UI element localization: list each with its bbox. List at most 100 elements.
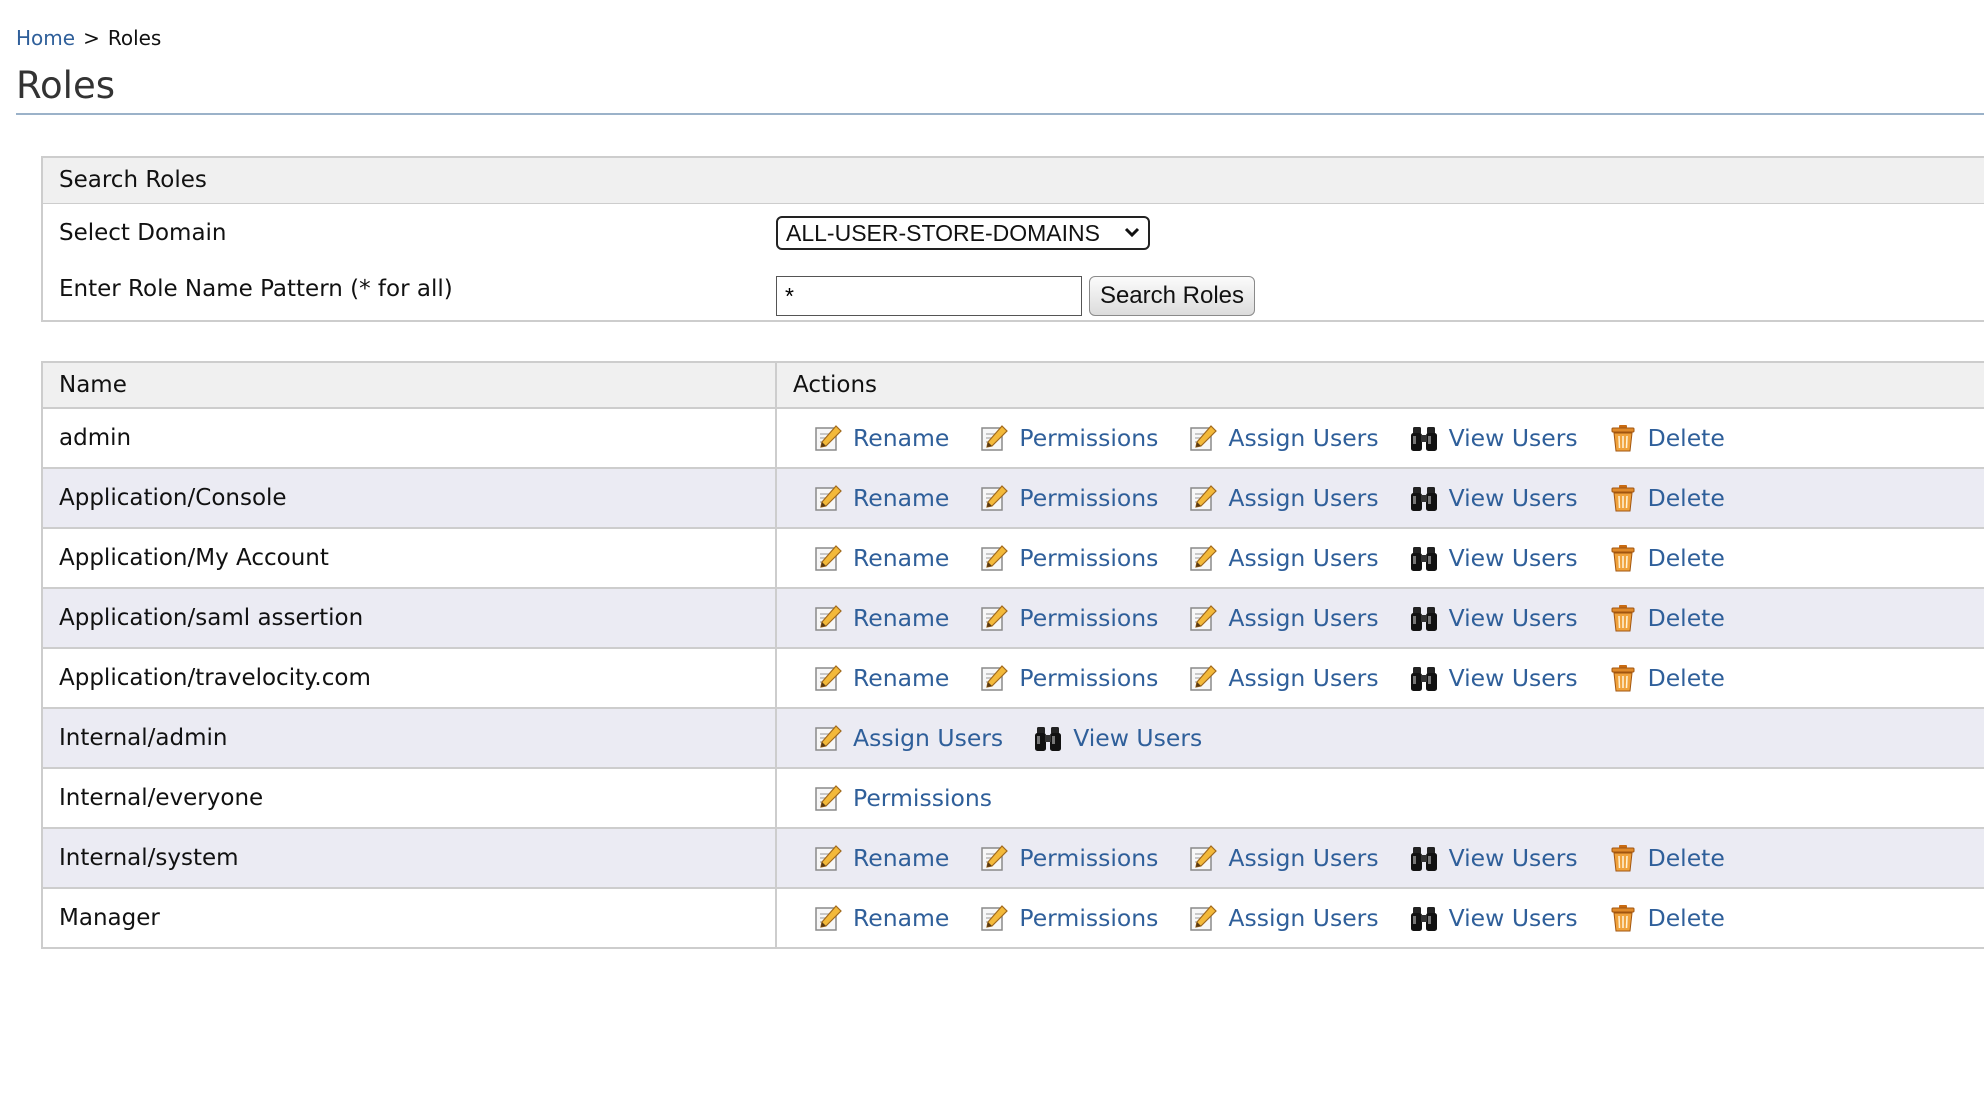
- action-label: Delete: [1647, 604, 1725, 632]
- assign-role-link[interactable]: Assign Users: [1188, 543, 1379, 573]
- edit-pencil-icon: [1188, 423, 1218, 453]
- action-label: View Users: [1448, 844, 1578, 872]
- edit-pencil-icon: [979, 663, 1009, 693]
- role-actions-cell: Rename Permissions Assign Users View Users D…: [775, 887, 1984, 949]
- actions-group: Permissions: [793, 783, 1984, 813]
- assign-role-link[interactable]: Assign Users: [813, 723, 1003, 753]
- action-label: Rename: [853, 844, 950, 872]
- domain-label: Select Domain: [59, 220, 227, 246]
- rename-role-link[interactable]: Rename: [813, 843, 949, 873]
- pattern-label: Enter Role Name Pattern (* for all): [59, 276, 453, 302]
- view-role-link[interactable]: View Users: [1409, 423, 1578, 453]
- delete-role-link[interactable]: Delete: [1608, 603, 1725, 633]
- view-role-link[interactable]: View Users: [1409, 603, 1578, 633]
- roles-table-body: admin Rename Permissions Assign Users View U…: [41, 407, 1984, 949]
- action-label: Permissions: [1019, 844, 1159, 872]
- breadcrumb-current: Roles: [107, 26, 162, 50]
- action-label: Delete: [1647, 904, 1725, 932]
- role-pattern-input[interactable]: [776, 276, 1082, 316]
- view-role-link[interactable]: View Users: [1033, 723, 1202, 753]
- binoculars-icon: [1409, 663, 1439, 693]
- view-role-link[interactable]: View Users: [1409, 663, 1578, 693]
- assign-role-link[interactable]: Assign Users: [1188, 423, 1379, 453]
- edit-pencil-icon: [813, 843, 843, 873]
- action-label: Assign Users: [1228, 844, 1379, 872]
- permissions-role-link[interactable]: Permissions: [979, 423, 1158, 453]
- action-label: View Users: [1448, 544, 1578, 572]
- assign-role-link[interactable]: Assign Users: [1188, 483, 1379, 513]
- assign-role-link[interactable]: Assign Users: [1188, 903, 1379, 933]
- rename-role-link[interactable]: Rename: [813, 423, 949, 453]
- view-role-link[interactable]: View Users: [1409, 483, 1578, 513]
- actions-group: Rename Permissions Assign Users View Users D…: [793, 903, 1984, 933]
- permissions-role-link[interactable]: Permissions: [979, 843, 1158, 873]
- edit-pencil-icon: [813, 723, 843, 753]
- action-label: Permissions: [1019, 424, 1159, 452]
- action-label: Permissions: [1019, 664, 1159, 692]
- action-label: View Users: [1448, 904, 1578, 932]
- permissions-role-link[interactable]: Permissions: [979, 663, 1158, 693]
- view-role-link[interactable]: View Users: [1409, 843, 1578, 873]
- role-name-cell: Application/Console: [41, 467, 777, 529]
- role-name-cell: admin: [41, 407, 777, 469]
- delete-role-link[interactable]: Delete: [1608, 903, 1725, 933]
- view-role-link[interactable]: View Users: [1409, 903, 1578, 933]
- trash-bin-icon: [1608, 663, 1638, 693]
- breadcrumb-home-link[interactable]: Home: [16, 26, 75, 50]
- rename-role-link[interactable]: Rename: [813, 663, 949, 693]
- binoculars-icon: [1409, 483, 1439, 513]
- edit-pencil-icon: [813, 903, 843, 933]
- delete-role-link[interactable]: Delete: [1608, 843, 1725, 873]
- domain-select[interactable]: ALL-USER-STORE-DOMAINS: [776, 216, 1150, 250]
- view-role-link[interactable]: View Users: [1409, 543, 1578, 573]
- action-label: Rename: [853, 484, 950, 512]
- rename-role-link[interactable]: Rename: [813, 483, 949, 513]
- search-roles-panel: Search Roles Select Domain ALL-USER-STOR…: [41, 156, 1984, 322]
- actions-group: Rename Permissions Assign Users View Users D…: [793, 843, 1984, 873]
- rename-role-link[interactable]: Rename: [813, 543, 949, 573]
- permissions-role-link[interactable]: Permissions: [979, 543, 1158, 573]
- name-column-header: Name: [41, 361, 777, 409]
- action-label: View Users: [1448, 424, 1578, 452]
- action-label: Permissions: [1019, 904, 1159, 932]
- role-actions-cell: Permissions: [775, 767, 1984, 829]
- assign-role-link[interactable]: Assign Users: [1188, 843, 1379, 873]
- table-row: Internal/admin Assign Users View Users: [41, 707, 1984, 769]
- role-name-cell: Application/My Account: [41, 527, 777, 589]
- delete-role-link[interactable]: Delete: [1608, 423, 1725, 453]
- action-label: Permissions: [1019, 484, 1159, 512]
- permissions-role-link[interactable]: Permissions: [813, 783, 992, 813]
- action-label: Delete: [1647, 484, 1725, 512]
- delete-role-link[interactable]: Delete: [1608, 543, 1725, 573]
- assign-role-link[interactable]: Assign Users: [1188, 603, 1379, 633]
- delete-role-link[interactable]: Delete: [1608, 663, 1725, 693]
- permissions-role-link[interactable]: Permissions: [979, 483, 1158, 513]
- role-actions-cell: Rename Permissions Assign Users View Users D…: [775, 527, 1984, 589]
- action-label: Rename: [853, 904, 950, 932]
- search-roles-button[interactable]: Search Roles: [1089, 276, 1255, 316]
- assign-role-link[interactable]: Assign Users: [1188, 663, 1379, 693]
- trash-bin-icon: [1608, 903, 1638, 933]
- role-actions-cell: Rename Permissions Assign Users View Users D…: [775, 647, 1984, 709]
- roles-table: Name Actions admin Rename Permissions Assig…: [41, 361, 1984, 949]
- rename-role-link[interactable]: Rename: [813, 603, 949, 633]
- edit-pencil-icon: [1188, 483, 1218, 513]
- permissions-role-link[interactable]: Permissions: [979, 603, 1158, 633]
- permissions-role-link[interactable]: Permissions: [979, 903, 1158, 933]
- rename-role-link[interactable]: Rename: [813, 903, 949, 933]
- role-name-cell: Internal/system: [41, 827, 777, 889]
- delete-role-link[interactable]: Delete: [1608, 483, 1725, 513]
- table-row: Application/Console Rename Permissions Assi…: [41, 467, 1984, 529]
- binoculars-icon: [1409, 423, 1439, 453]
- edit-pencil-icon: [979, 483, 1009, 513]
- table-row: Internal/system Rename Permissions Assign U…: [41, 827, 1984, 889]
- action-label: Assign Users: [1228, 424, 1379, 452]
- domain-select-value: ALL-USER-STORE-DOMAINS: [786, 220, 1100, 246]
- role-actions-cell: Assign Users View Users: [775, 707, 1984, 769]
- edit-pencil-icon: [979, 423, 1009, 453]
- table-row: Application/My Account Rename Permissions A…: [41, 527, 1984, 589]
- edit-pencil-icon: [813, 663, 843, 693]
- role-name-cell: Application/saml assertion: [41, 587, 777, 649]
- action-label: Permissions: [853, 784, 992, 812]
- actions-group: Rename Permissions Assign Users View Users D…: [793, 543, 1984, 573]
